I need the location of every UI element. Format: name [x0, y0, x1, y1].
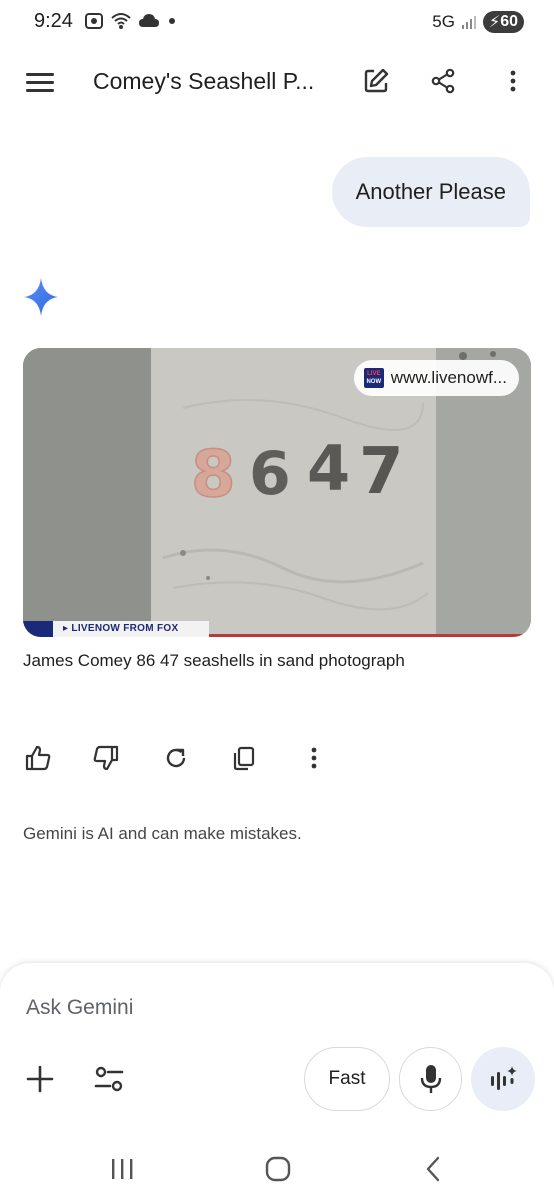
- image-caption: James Comey 86 47 seashells in sand phot…: [23, 651, 405, 670]
- thumbs-down-button[interactable]: [86, 738, 126, 778]
- thumbs-up-button[interactable]: [18, 738, 58, 778]
- cloud-icon: [139, 14, 159, 27]
- overlay-text: LIVENOW FROM FOX: [53, 621, 209, 637]
- flag-graphic: [23, 621, 53, 637]
- shell-digit-4: 4: [307, 432, 350, 505]
- screenshot-icon: [85, 13, 103, 29]
- recent-apps-button[interactable]: [100, 1151, 144, 1187]
- copy-button[interactable]: [224, 738, 264, 778]
- home-button[interactable]: [256, 1151, 300, 1187]
- shell-digit-8: 8: [191, 438, 236, 512]
- back-button[interactable]: [411, 1151, 455, 1187]
- live-waveform-icon: [491, 1066, 517, 1090]
- app-bar: Comey's Seashell P...: [0, 52, 554, 112]
- user-message-text: Another Please: [355, 179, 506, 204]
- response-more-button[interactable]: [294, 738, 334, 778]
- tools-button[interactable]: [89, 1059, 129, 1099]
- input-panel: Ask Gemini Fast: [0, 963, 554, 1143]
- status-system-icons: 5G ⚡ 60: [432, 11, 524, 33]
- more-vert-icon: [510, 70, 516, 92]
- recent-apps-icon: [112, 1159, 133, 1179]
- image-result-card[interactable]: 8 6 4 7 LIVE NOW www.livenowf... LIVENOW…: [23, 348, 531, 637]
- regenerate-button[interactable]: [156, 738, 196, 778]
- hamburger-icon: [26, 73, 54, 92]
- response-actions: [0, 736, 554, 780]
- new-chat-button[interactable]: [356, 61, 396, 101]
- system-nav-bar: [0, 1143, 554, 1200]
- share-button[interactable]: [423, 61, 463, 101]
- edit-icon: [364, 68, 389, 93]
- back-icon: [426, 1156, 440, 1182]
- battery-indicator: ⚡ 60: [482, 11, 524, 33]
- network-type: 5G: [432, 12, 455, 31]
- menu-button[interactable]: [22, 64, 58, 100]
- ask-gemini-input[interactable]: Ask Gemini: [26, 996, 133, 1020]
- battery-level: 60: [500, 13, 518, 30]
- add-button[interactable]: [20, 1059, 60, 1099]
- refresh-icon: [166, 748, 186, 768]
- user-message-bubble: Another Please: [331, 157, 530, 227]
- more-vert-icon: [311, 747, 317, 769]
- status-bar: 9:24 5G ⚡ 60: [0, 0, 554, 44]
- more-options-button[interactable]: [493, 61, 533, 101]
- model-mode-label: Fast: [328, 1068, 366, 1089]
- dot-icon: [169, 18, 175, 24]
- status-time: 9:24: [34, 10, 73, 32]
- tune-icon: [94, 1066, 124, 1092]
- signal-icon: [461, 16, 476, 29]
- shell-digit-7: 7: [359, 435, 404, 509]
- status-notification-icons: [84, 11, 178, 31]
- thumbs-up-icon: [25, 745, 51, 771]
- tv-lower-third: LIVENOW FROM FOX: [23, 621, 531, 637]
- charging-icon: ⚡: [488, 14, 501, 31]
- copy-icon: [233, 746, 255, 771]
- chat-title[interactable]: Comey's Seashell P...: [93, 68, 333, 95]
- plus-icon: [26, 1065, 54, 1093]
- red-stripe: [209, 634, 531, 637]
- livenow-logo: LIVE NOW: [363, 368, 384, 388]
- wifi-icon: [111, 13, 131, 29]
- source-url: www.livenowf...: [390, 368, 507, 387]
- share-icon: [431, 68, 455, 94]
- microphone-button[interactable]: [399, 1047, 462, 1111]
- gemini-spark-icon: [24, 278, 58, 316]
- model-mode-button[interactable]: Fast: [304, 1047, 390, 1111]
- ai-disclaimer: Gemini is AI and can make mistakes.: [23, 824, 302, 843]
- source-link-chip[interactable]: LIVE NOW www.livenowf...: [353, 360, 519, 396]
- thumbs-down-icon: [93, 745, 119, 771]
- shell-digit-6: 6: [249, 439, 291, 509]
- microphone-icon: [420, 1065, 441, 1093]
- home-icon: [265, 1156, 291, 1182]
- gemini-live-button[interactable]: [471, 1047, 535, 1111]
